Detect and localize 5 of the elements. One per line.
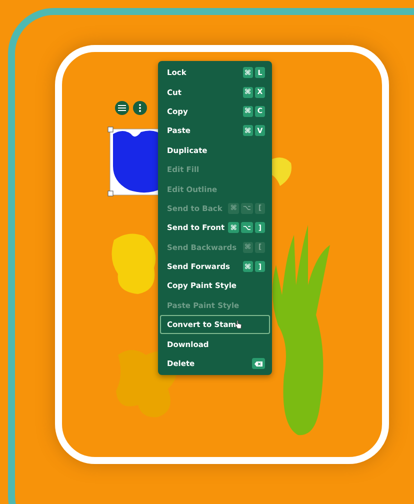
more-options-button[interactable] (133, 101, 147, 115)
settings-button[interactable] (115, 101, 129, 115)
sliders-icon (118, 104, 126, 112)
backspace-icon (254, 360, 263, 367)
hand-cursor-icon (235, 320, 242, 330)
